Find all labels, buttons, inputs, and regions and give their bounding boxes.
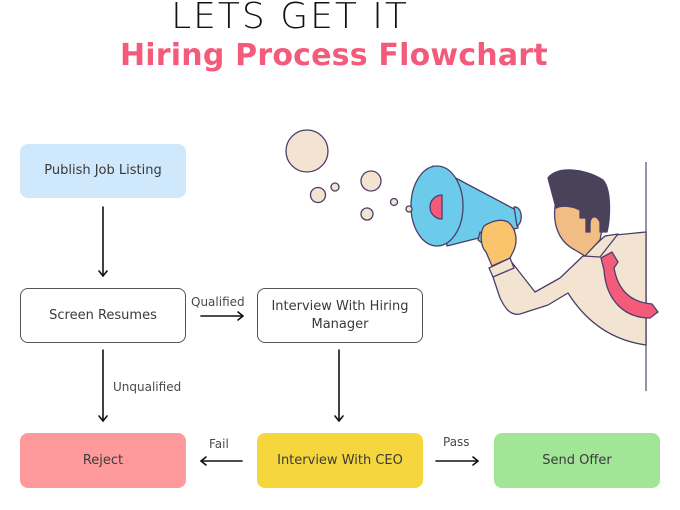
megaphone-man-illustration	[285, 129, 659, 391]
megaphone-tip	[405, 205, 413, 213]
bubble-icon	[360, 170, 382, 192]
bubble-icon	[360, 207, 374, 221]
bubble-icon	[389, 197, 399, 207]
bubble-icon	[330, 182, 340, 192]
bubble-icon	[285, 129, 329, 173]
bubble-icon	[309, 186, 327, 204]
